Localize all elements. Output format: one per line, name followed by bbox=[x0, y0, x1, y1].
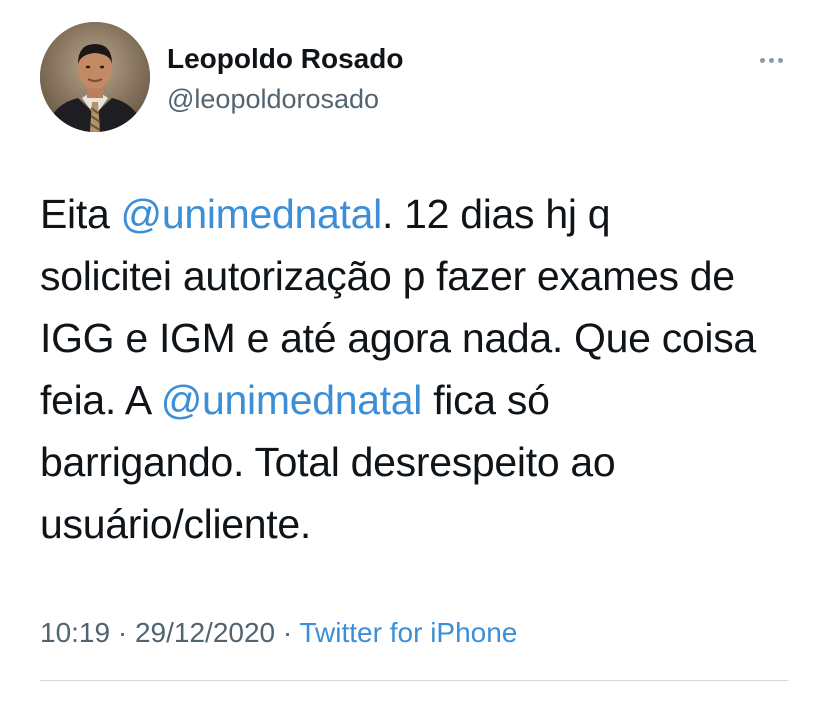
tweet-source-link[interactable]: Twitter for iPhone bbox=[300, 617, 518, 648]
author-info[interactable]: Leopoldo Rosado @leopoldorosado bbox=[167, 42, 403, 116]
tweet-text-segment: IGG e IGM e até agora nada. Que coisa bbox=[40, 315, 756, 361]
mention-link[interactable]: @unimednatal bbox=[161, 377, 423, 423]
tweet-text-line: Eita @unimednatal. 12 dias hj q bbox=[40, 183, 800, 245]
tweet-detail: Leopoldo Rosado @leopoldorosado Eita @un… bbox=[0, 0, 827, 703]
tweet-text-segment: feia. A bbox=[40, 377, 161, 423]
tweet-text-segment: solicitei autorização p fazer exames de bbox=[40, 253, 735, 299]
more-dot bbox=[768, 57, 774, 63]
more-dot bbox=[759, 57, 765, 63]
username-handle[interactable]: @leopoldorosado bbox=[167, 82, 403, 116]
more-dot bbox=[777, 57, 783, 63]
meta-separator: · bbox=[275, 617, 300, 648]
tweet-text-segment: usuário/cliente. bbox=[40, 501, 311, 547]
tweet-text-line: feia. A @unimednatal fica só bbox=[40, 369, 800, 431]
meta-separator: · bbox=[110, 617, 135, 648]
tweet-text-segment: . 12 dias hj q bbox=[381, 191, 611, 237]
mention-link[interactable]: @unimednatal bbox=[121, 191, 383, 237]
tweet-text: Eita @unimednatal. 12 dias hj q solicitei… bbox=[40, 183, 800, 555]
more-horizontal-icon[interactable] bbox=[751, 50, 791, 70]
avatar[interactable] bbox=[40, 22, 150, 132]
tweet-text-line: barrigando. Total desrespeito ao bbox=[40, 431, 800, 493]
tweet-text-line: IGG e IGM e até agora nada. Que coisa bbox=[40, 307, 800, 369]
tweet-text-line: solicitei autorização p fazer exames de bbox=[40, 245, 800, 307]
divider bbox=[40, 680, 788, 681]
tweet-meta: 10:19 · 29/12/2020 · Twitter for iPhone bbox=[40, 615, 517, 651]
display-name[interactable]: Leopoldo Rosado bbox=[167, 42, 403, 76]
tweet-date[interactable]: 29/12/2020 bbox=[135, 617, 275, 648]
tweet-text-line: usuário/cliente. bbox=[40, 493, 800, 555]
tweet-text-segment: barrigando. Total desrespeito ao bbox=[40, 439, 616, 485]
tweet-time[interactable]: 10:19 bbox=[40, 617, 110, 648]
tweet-text-segment: Eita bbox=[40, 191, 121, 237]
tweet-text-segment: fica só bbox=[422, 377, 550, 423]
